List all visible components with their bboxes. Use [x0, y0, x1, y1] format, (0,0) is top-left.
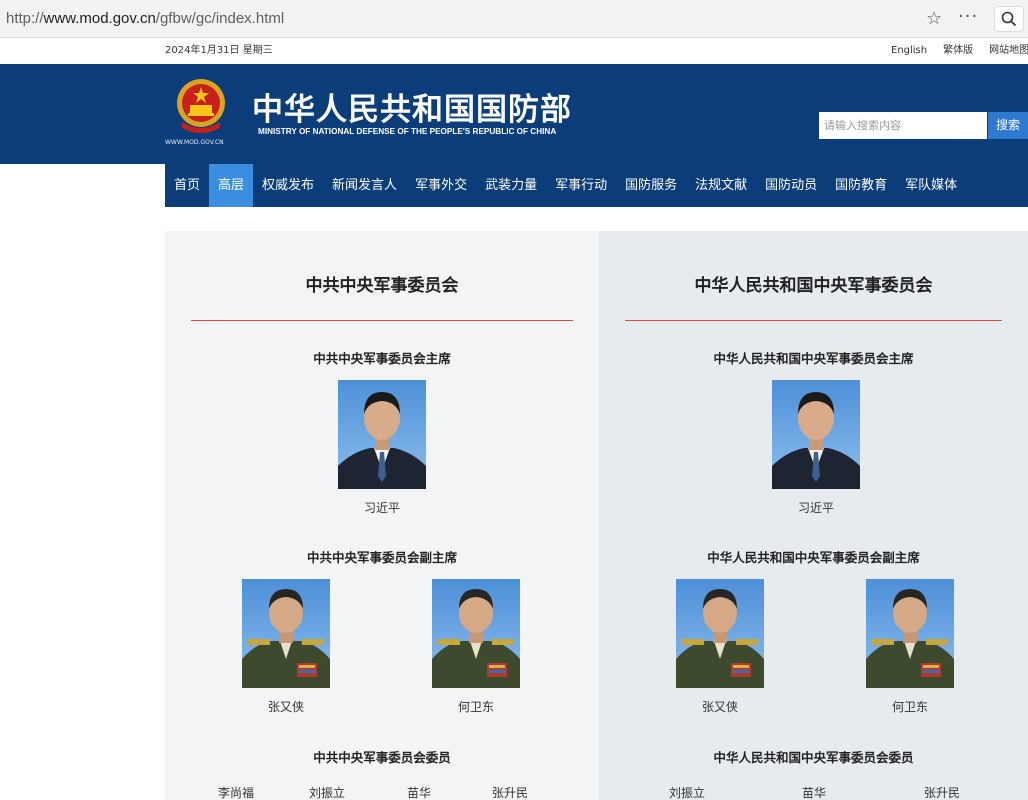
- search-button[interactable]: 搜索: [988, 112, 1028, 139]
- url-scheme: http://: [6, 10, 44, 27]
- url-host: www.mod.gov.cn: [43, 10, 156, 27]
- nav-item-mobilization[interactable]: 国防动员: [756, 164, 826, 207]
- header-banner: WWW.MOD.GOV.CN 中华人民共和国国防部 MINISTRY OF NA…: [0, 64, 1028, 164]
- national-emblem-icon[interactable]: [176, 78, 226, 136]
- more-menu-icon[interactable]: ···: [958, 6, 978, 27]
- chairman-name[interactable]: 习近平: [772, 499, 860, 516]
- chairman-heading: 中共中央军事委员会主席: [313, 351, 451, 366]
- vice-chairman-name[interactable]: 何卫东: [432, 698, 520, 715]
- chairman-portrait[interactable]: [772, 380, 860, 489]
- vice-chairman-name[interactable]: 何卫东: [866, 698, 954, 715]
- member-name[interactable]: 张升民: [924, 784, 960, 800]
- member-name[interactable]: 刘振立: [669, 784, 705, 800]
- link-traditional[interactable]: 繁体版: [943, 45, 973, 56]
- prc-cmc-panel: 中华人民共和国中央军事委员会 中华人民共和国中央军事委员会主席 习近平 中华人民…: [599, 231, 1028, 800]
- vice-chairman-card[interactable]: 何卫东: [432, 579, 520, 715]
- url-field[interactable]: http://www.mod.gov.cn/gfbw/gc/index.html: [6, 10, 284, 27]
- utility-links: English 繁体版 网站地图: [891, 41, 1028, 56]
- vice-chairman-card[interactable]: 何卫东: [866, 579, 954, 715]
- vice-chairman-name[interactable]: 张又侠: [242, 698, 330, 715]
- nav-item-military-media[interactable]: 军队媒体: [896, 164, 966, 207]
- vice-chairman-card[interactable]: 张又侠: [676, 579, 764, 715]
- vice-chairman-heading: 中华人民共和国中央军事委员会副主席: [707, 550, 920, 565]
- nav-item-home[interactable]: 首页: [165, 164, 209, 207]
- chairman-name[interactable]: 习近平: [338, 499, 426, 516]
- nav-item-leadership[interactable]: 高层: [209, 164, 254, 207]
- vice-chairman-portrait[interactable]: [242, 579, 330, 688]
- cpc-cmc-panel: 中共中央军事委员会 中共中央军事委员会主席 习近平 中共中央军事委员会副主席 张…: [165, 231, 599, 800]
- vice-chairman-card[interactable]: 张又侠: [242, 579, 330, 715]
- member-name[interactable]: 苗华: [407, 784, 431, 800]
- chairman-card[interactable]: 习近平: [338, 380, 426, 516]
- panel-title: 中共中央军事委员会: [305, 276, 459, 296]
- search-icon: [1001, 11, 1017, 27]
- member-name[interactable]: 苗华: [802, 784, 826, 800]
- chairman-heading: 中华人民共和国中央军事委员会主席: [713, 351, 914, 366]
- vice-chairman-name[interactable]: 张又侠: [676, 698, 764, 715]
- site-domain-caption: WWW.MOD.GOV.CN: [165, 139, 224, 146]
- main-nav: 首页 高层 权威发布 新闻发言人 军事外交 武装力量 军事行动 国防服务 法规文…: [165, 164, 1028, 207]
- chairman-portrait[interactable]: [338, 380, 426, 489]
- link-sitemap[interactable]: 网站地图: [989, 45, 1028, 56]
- site-subtitle: MINISTRY OF NATIONAL DEFENSE OF THE PEOP…: [258, 127, 557, 136]
- members-heading: 中华人民共和国中央军事委员会委员: [713, 750, 914, 765]
- nav-item-official-release[interactable]: 权威发布: [253, 164, 323, 207]
- search-input[interactable]: [819, 112, 987, 139]
- bookmark-star-icon[interactable]: ☆: [926, 8, 942, 29]
- nav-item-armed-forces[interactable]: 武装力量: [476, 164, 546, 207]
- member-name[interactable]: 刘振立: [309, 784, 345, 800]
- vice-chairman-portrait[interactable]: [866, 579, 954, 688]
- vice-chairman-portrait[interactable]: [432, 579, 520, 688]
- vice-chairman-heading: 中共中央军事委员会副主席: [306, 550, 457, 565]
- browser-search-button[interactable]: [994, 6, 1024, 32]
- divider: [625, 320, 1002, 321]
- nav-item-laws-documents[interactable]: 法规文献: [686, 164, 756, 207]
- browser-address-bar: http://www.mod.gov.cn/gfbw/gc/index.html…: [0, 0, 1028, 38]
- url-path: /gfbw/gc/index.html: [155, 10, 285, 27]
- member-name[interactable]: 张升民: [492, 784, 528, 800]
- panel-title: 中华人民共和国中央军事委员会: [694, 276, 933, 296]
- vice-chairman-portrait[interactable]: [676, 579, 764, 688]
- site-title: 中华人民共和国国防部: [252, 92, 572, 128]
- divider: [191, 320, 573, 321]
- nav-item-defense-services[interactable]: 国防服务: [616, 164, 686, 207]
- nav-item-military-operations[interactable]: 军事行动: [546, 164, 616, 207]
- nav-item-spokesperson[interactable]: 新闻发言人: [323, 164, 406, 207]
- nav-item-military-diplomacy[interactable]: 军事外交: [406, 164, 476, 207]
- current-date: 2024年1月31日 星期三: [165, 45, 273, 56]
- utility-bar: 2024年1月31日 星期三 English 繁体版 网站地图: [0, 38, 1028, 64]
- members-heading: 中共中央军事委员会委员: [313, 750, 451, 765]
- member-name[interactable]: 李尚福: [218, 784, 254, 800]
- chairman-card[interactable]: 习近平: [772, 380, 860, 516]
- nav-item-defense-education[interactable]: 国防教育: [826, 164, 896, 207]
- link-english[interactable]: English: [891, 45, 927, 56]
